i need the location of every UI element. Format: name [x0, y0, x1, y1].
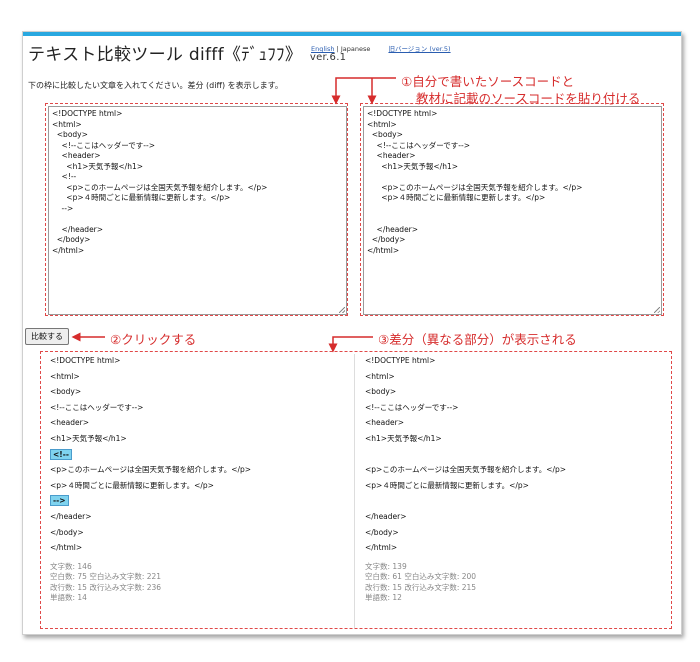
- diff-line: <body>: [365, 386, 660, 402]
- diff-line-text: <header>: [365, 418, 404, 428]
- diff-line: <p>このホームページは全国天気予報を紹介します。</p>: [365, 464, 660, 480]
- diff-line: <header>: [365, 417, 660, 433]
- english-link[interactable]: English: [311, 45, 334, 53]
- page-title: テキスト比較ツール difff《ﾃﾞｭﾌﾌ》 ver.6.1: [28, 40, 346, 65]
- stat-line: 改行数: 15 改行込み文字数: 236: [50, 582, 162, 592]
- diff-line-text: </html>: [365, 543, 398, 553]
- diff-line-text: </header>: [50, 511, 92, 521]
- stats-right: 文字数: 139 空白数: 61 空白込み文字数: 200 改行数: 15 改行込み…: [365, 562, 660, 604]
- diff-line: <header>: [50, 417, 345, 433]
- old-version-link[interactable]: 旧バージョン (ver.5): [388, 45, 450, 53]
- diff-line: <h1>天気予報</h1>: [365, 433, 660, 449]
- compare-button[interactable]: 比較する: [25, 328, 69, 345]
- language-links: English | Japanese 旧バージョン (ver.5): [311, 43, 451, 53]
- left-text-input[interactable]: <!DOCTYPE html> <html> <body> <!--ここはヘッダ…: [48, 106, 347, 315]
- diff-line-text: <!DOCTYPE html>: [365, 356, 436, 365]
- app-version: ver.6.1: [309, 52, 347, 63]
- app-title-text: テキスト比較ツール difff《ﾃﾞｭﾌﾌ》: [28, 45, 303, 65]
- diff-line: </html>: [50, 542, 345, 558]
- stat-line: 空白数: 75 空白込み文字数: 221: [50, 572, 162, 582]
- diff-line: <p>４時間ごとに最新情報に更新します。</p>: [365, 480, 660, 496]
- lang-separator: |: [336, 45, 339, 53]
- diff-line-text: <p>このホームページは全国天気予報を紹介します。</p>: [365, 465, 567, 475]
- resize-grip-icon[interactable]: [339, 307, 345, 313]
- diff-highlight: -->: [50, 495, 69, 507]
- japanese-label: Japanese: [340, 45, 371, 53]
- annotation-step2: ②クリックする: [110, 332, 197, 347]
- diff-line: <html>: [50, 371, 345, 387]
- diff-line-text: <p>このホームページは全国天気予報を紹介します。</p>: [50, 465, 252, 475]
- stat-line: 改行数: 15 改行込み文字数: 215: [365, 582, 477, 592]
- diff-line-text: <!--ここはヘッダーです-->: [365, 402, 459, 412]
- diff-line: </body>: [365, 527, 660, 543]
- diff-line-text: </header>: [365, 511, 407, 521]
- diff-line: -->: [50, 495, 345, 511]
- diff-line-text: </html>: [50, 543, 83, 553]
- diff-line-text: <html>: [50, 371, 80, 381]
- stat-line: 単語数: 12: [365, 593, 402, 603]
- diff-line: <!--ここはヘッダーです-->: [50, 402, 345, 418]
- diff-line-text: <h1>天気予報</h1>: [50, 433, 127, 443]
- stat-line: 単語数: 14: [50, 593, 87, 603]
- diff-line: </body>: [50, 527, 345, 543]
- diff-line: <h1>天気予報</h1>: [50, 433, 345, 449]
- right-text-input[interactable]: <!DOCTYPE html> <html> <body> <!--ここはヘッダ…: [363, 106, 662, 315]
- diff-line-text: <h1>天気予報</h1>: [365, 433, 442, 443]
- diff-line: <p>このホームページは全国天気予報を紹介します。</p>: [50, 464, 345, 480]
- diff-line: <html>: [365, 371, 660, 387]
- annotation-step1-line2: 教材に記載のソースコードを貼り付ける: [416, 91, 641, 106]
- diff-line-text: <header>: [50, 418, 89, 428]
- diff-line: <!DOCTYPE html>: [50, 355, 345, 371]
- diff-line-text: <!DOCTYPE html>: [50, 356, 121, 365]
- diff-divider: [354, 354, 355, 628]
- diff-line: <p>４時間ごとに最新情報に更新します。</p>: [50, 480, 345, 496]
- diff-line-text: </body>: [365, 527, 399, 537]
- diff-line-text: </body>: [50, 527, 84, 537]
- right-textarea[interactable]: <!DOCTYPE html> <html> <body> <!--ここはヘッダ…: [364, 107, 661, 314]
- diff-line-text: <body>: [365, 387, 397, 397]
- annotation-step3: ③差分（異なる部分）が表示される: [378, 332, 577, 347]
- stat-line: 文字数: 146: [50, 561, 92, 571]
- diff-result-left: <!DOCTYPE html> <html> <body> <!--ここはヘッダーです…: [50, 355, 345, 604]
- instruction-text: 下の枠に比較したい文章を入れてください。差分 (diff) を表示します。: [28, 81, 283, 90]
- diff-line: <!--ここはヘッダーです-->: [365, 402, 660, 418]
- resize-grip-icon[interactable]: [654, 307, 660, 313]
- diff-line-text: <!--ここはヘッダーです-->: [50, 402, 144, 412]
- diff-line-text: <body>: [50, 387, 82, 397]
- diff-line: [365, 449, 660, 465]
- stats-left: 文字数: 146 空白数: 75 空白込み文字数: 221 改行数: 15 改行込み…: [50, 562, 345, 604]
- diff-line: [365, 495, 660, 511]
- stat-line: 文字数: 139: [365, 561, 407, 571]
- diff-highlight: <!--: [50, 448, 72, 460]
- diff-line-text: <p>４時間ごとに最新情報に更新します。</p>: [365, 480, 529, 490]
- diff-lines-left: <!DOCTYPE html> <html> <body> <!--ここはヘッダーです…: [50, 355, 345, 558]
- stat-line: 空白数: 61 空白込み文字数: 200: [365, 572, 477, 582]
- diff-line: <!--: [50, 448, 345, 465]
- diff-line: </header>: [50, 511, 345, 527]
- diff-line: <!DOCTYPE html>: [365, 355, 660, 371]
- diff-line: <body>: [50, 386, 345, 402]
- diff-line: </header>: [365, 511, 660, 527]
- left-textarea[interactable]: <!DOCTYPE html> <html> <body> <!--ここはヘッダ…: [49, 107, 346, 314]
- diff-line: </html>: [365, 542, 660, 558]
- diff-lines-right: <!DOCTYPE html> <html> <body> <!--ここはヘッダーです…: [365, 355, 660, 558]
- accent-bar: [23, 32, 681, 36]
- diff-line-text: <html>: [365, 371, 395, 381]
- diff-line-text: <p>４時間ごとに最新情報に更新します。</p>: [50, 480, 214, 490]
- diff-result-right: <!DOCTYPE html> <html> <body> <!--ここはヘッダーです…: [365, 355, 660, 604]
